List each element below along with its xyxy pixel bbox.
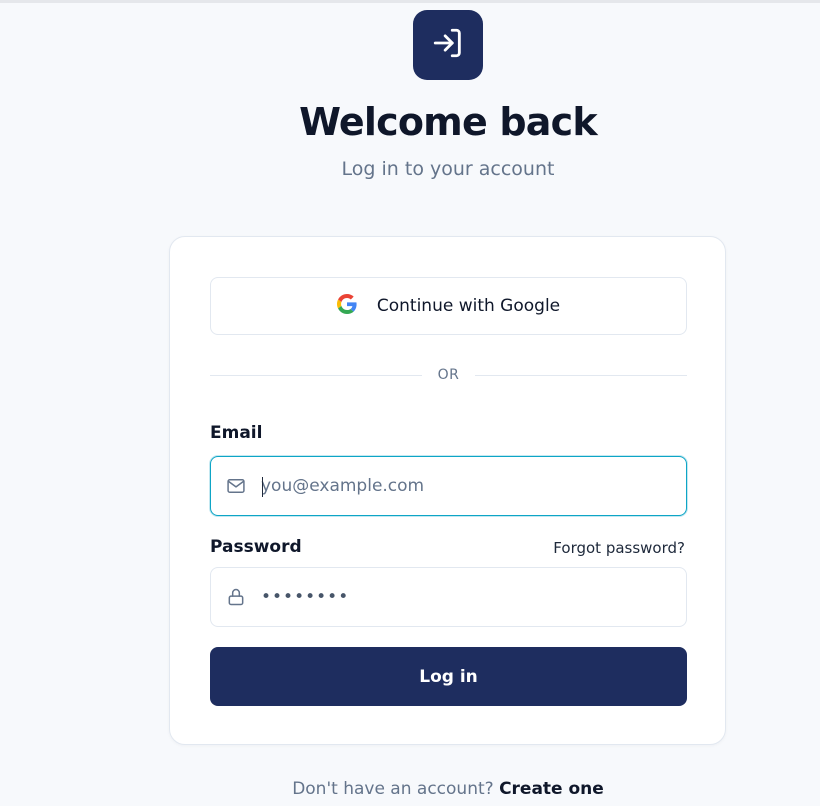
logo-tile — [413, 10, 483, 80]
password-input[interactable] — [261, 568, 672, 626]
continue-with-google-button[interactable]: Continue with Google — [210, 277, 687, 335]
create-account-link[interactable]: Create one — [499, 779, 604, 799]
email-label: Email — [210, 423, 263, 443]
page-title: Welcome back — [299, 100, 597, 144]
login-card: Continue with Google OR Email Password F… — [169, 236, 726, 745]
signup-prompt: Don't have an account? Create one — [0, 779, 820, 799]
mail-icon — [225, 475, 247, 497]
email-field-container — [210, 456, 687, 516]
password-label: Password — [210, 537, 302, 557]
divider-line-left — [210, 374, 422, 376]
log-in-button[interactable]: Log in — [210, 647, 687, 706]
forgot-password-link[interactable]: Forgot password? — [553, 539, 685, 557]
divider-text: OR — [437, 367, 460, 383]
divider-line-right — [475, 374, 687, 376]
signup-prompt-text: Don't have an account? — [292, 779, 494, 799]
text-cursor — [262, 477, 263, 497]
google-logo-icon — [336, 293, 357, 319]
or-divider: OR — [210, 365, 687, 385]
email-input[interactable] — [261, 457, 672, 515]
top-border — [0, 0, 820, 3]
page-subtitle: Log in to your account — [341, 158, 555, 180]
lock-icon — [225, 586, 247, 608]
password-field-container — [210, 567, 687, 627]
sign-in-arrow-icon — [431, 26, 465, 64]
google-button-label: Continue with Google — [376, 296, 561, 316]
